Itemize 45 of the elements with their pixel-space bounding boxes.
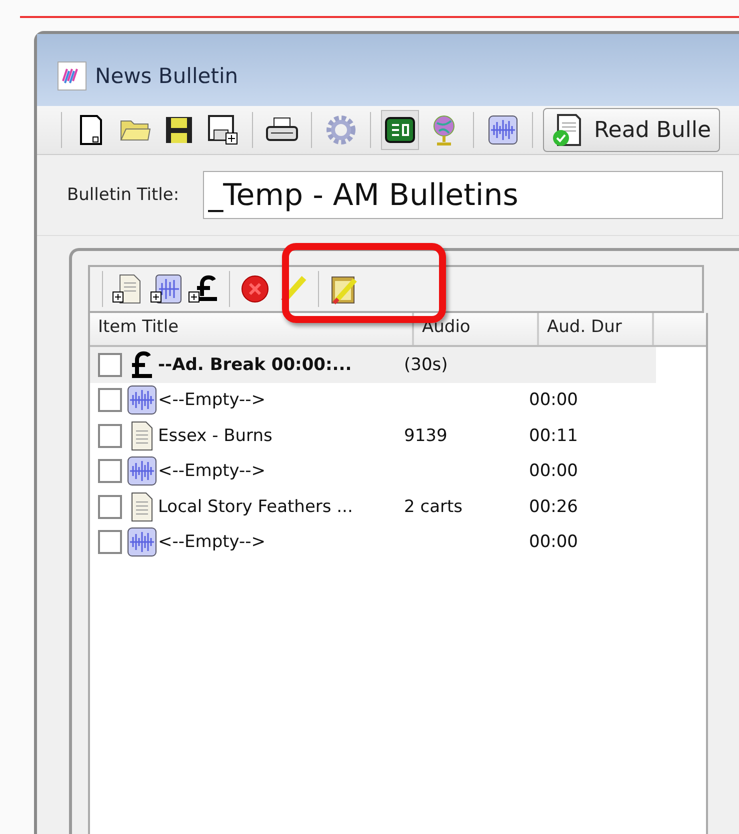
waveform-icon <box>488 115 518 145</box>
item-title: Essex - Burns <box>158 426 274 446</box>
item-title: <--Empty--> <box>158 532 267 552</box>
document-icon <box>130 492 154 522</box>
delete-icon <box>240 274 270 304</box>
document-icon <box>130 420 154 451</box>
duration-cell-text: 00:00 <box>529 532 579 552</box>
app-logo-icon <box>57 61 87 91</box>
new-document-icon <box>78 114 104 146</box>
checkbox[interactable] <box>98 459 122 484</box>
waveform-icon <box>127 456 157 486</box>
checkbox[interactable] <box>98 352 122 377</box>
item-title: <--Empty--> <box>158 390 267 410</box>
column-header[interactable]: Item Title <box>90 313 414 345</box>
checkbox[interactable] <box>98 494 122 519</box>
audio-cell-text: 2 carts <box>404 496 464 517</box>
duration-cell-text: 00:11 <box>529 426 579 446</box>
waveform-icon <box>127 527 157 558</box>
audio-cell-text: 9139 <box>404 426 448 446</box>
checkbox[interactable] <box>98 388 122 412</box>
item-title: --Ad. Break 00:00:... <box>158 354 353 375</box>
printer-icon <box>265 116 299 144</box>
gear-icon <box>325 114 357 146</box>
waveform-icon <box>127 385 157 416</box>
checkbox[interactable] <box>98 424 122 448</box>
duration-cell-text: 00:00 <box>529 390 579 410</box>
duration-cell-text: 00:26 <box>529 496 579 517</box>
bulletin-title-field[interactable]: _Temp - AM Bulletins <box>203 171 724 219</box>
window-title: News Bulletin <box>95 64 238 88</box>
checkbox[interactable] <box>98 530 122 554</box>
field-label: Bulletin Title: <box>67 185 180 205</box>
add-waveform-icon <box>150 273 182 305</box>
document-check-icon <box>552 113 584 147</box>
audio-cell-text: (30s) <box>404 354 449 375</box>
read-bulletin-button[interactable]: Read Bulle <box>543 108 720 152</box>
duration-cell-text: 00:00 <box>529 461 579 482</box>
highlighted-row[interactable]: --Ad. Break 00:00:... (30s) <box>90 347 656 382</box>
item-title: <--Empty--> <box>158 461 267 482</box>
display-icon <box>384 116 416 144</box>
add-pound-icon <box>188 273 220 305</box>
toolbar-button[interactable] <box>381 110 419 150</box>
save-as-icon <box>207 114 239 146</box>
pound-icon <box>129 350 155 380</box>
column-header[interactable]: Aud. Dur <box>539 313 654 345</box>
item-title: Local Story Feathers ... <box>158 496 354 517</box>
